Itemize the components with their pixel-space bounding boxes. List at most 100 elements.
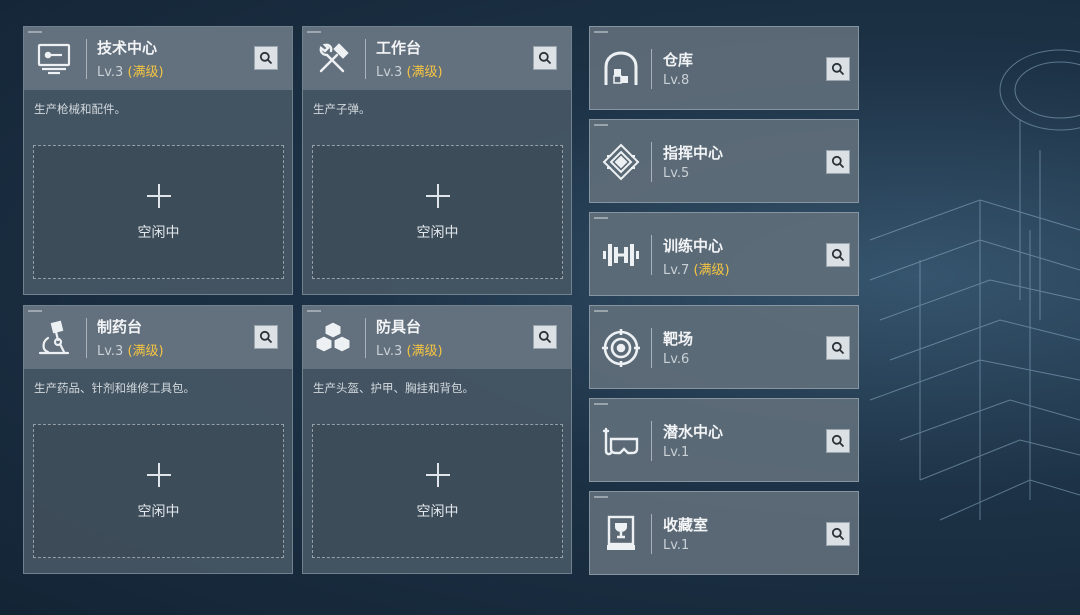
facility-card-shooting-range[interactable]: 靶场 Lv.6: [589, 305, 859, 389]
card-title: 工作台: [376, 39, 422, 57]
inspect-button[interactable]: [533, 325, 557, 349]
level-value: Lv.1: [663, 538, 690, 553]
header-separator: [651, 514, 652, 554]
tools-icon: [313, 39, 353, 79]
search-icon: [538, 51, 552, 65]
card-description: 生产子弹。: [313, 102, 371, 116]
level-value: Lv.7: [663, 263, 690, 278]
inspect-button[interactable]: [533, 46, 557, 70]
inspect-button[interactable]: [254, 46, 278, 70]
card-description: 生产药品、针剂和维修工具包。: [34, 381, 195, 395]
card-level: Lv.8: [663, 73, 689, 88]
card-description: 生产枪械和配件。: [34, 102, 126, 116]
level-value: Lv.1: [663, 445, 690, 460]
card-title: 靶场: [663, 330, 694, 348]
production-card-pharmacy[interactable]: 制药台 Lv.3 (满级) 生产药品、针剂和维修工具包。 空闲中: [23, 305, 293, 574]
production-card-tech-center[interactable]: 技术中心 Lv.3 (满级) 生产枪械和配件。 空闲中: [23, 26, 293, 295]
slot-status: 空闲中: [137, 504, 180, 520]
level-value: Lv.6: [663, 352, 690, 367]
card-title: 收藏室: [663, 516, 709, 534]
corner-mark: [307, 310, 321, 312]
max-level-tag: (满级): [127, 344, 164, 359]
corner-mark: [594, 31, 608, 33]
inspect-button[interactable]: [826, 336, 850, 360]
card-level: Lv.7 (满级): [663, 259, 730, 278]
slot-status: 空闲中: [416, 225, 459, 241]
inspect-button[interactable]: [826, 522, 850, 546]
inspect-button[interactable]: [826, 150, 850, 174]
inspect-button[interactable]: [826, 243, 850, 267]
microscope-icon: [34, 318, 74, 358]
corner-mark: [28, 310, 42, 312]
target-icon: [601, 328, 641, 368]
computer-icon: [34, 39, 74, 79]
corner-mark: [594, 310, 608, 312]
production-slot[interactable]: 空闲中: [33, 424, 284, 558]
search-icon: [831, 248, 845, 262]
max-level-tag: (满级): [693, 263, 730, 278]
search-icon: [259, 51, 273, 65]
card-level: Lv.5: [663, 166, 689, 181]
production-slot[interactable]: 空闲中: [33, 145, 284, 279]
corner-mark: [594, 124, 608, 126]
production-slot[interactable]: 空闲中: [312, 424, 563, 558]
card-header: 防具台 Lv.3 (满级): [303, 306, 571, 369]
search-icon: [831, 527, 845, 541]
card-level: Lv.3 (满级): [97, 340, 164, 359]
plus-icon: [146, 463, 171, 487]
header-separator: [651, 421, 652, 461]
inspect-button[interactable]: [254, 325, 278, 349]
inspect-button[interactable]: [826, 57, 850, 81]
inspect-button[interactable]: [826, 429, 850, 453]
level-value: Lv.5: [663, 166, 690, 181]
card-title: 训练中心: [663, 237, 724, 255]
facility-card-warehouse[interactable]: 仓库 Lv.8: [589, 26, 859, 110]
level-value: Lv.3: [97, 344, 124, 359]
blueprint-background: [869, 49, 1080, 521]
card-level: Lv.1: [663, 445, 689, 460]
level-value: Lv.3: [376, 65, 403, 80]
search-icon: [538, 330, 552, 344]
diving-mask-icon: [601, 421, 641, 461]
production-card-workbench[interactable]: 工作台 Lv.3 (满级) 生产子弹。 空闲中: [302, 26, 572, 295]
dumbbell-icon: [601, 235, 641, 275]
plus-icon: [425, 184, 450, 208]
trophy-case-icon: [601, 514, 641, 554]
production-card-armor-bench[interactable]: 防具台 Lv.3 (满级) 生产头盔、护甲、胸挂和背包。 空闲中: [302, 305, 572, 574]
card-title: 指挥中心: [663, 144, 724, 162]
header-separator: [651, 49, 652, 89]
plus-icon: [425, 463, 450, 487]
facility-card-command-center[interactable]: 指挥中心 Lv.5: [589, 119, 859, 203]
card-title: 仓库: [663, 51, 694, 69]
level-value: Lv.3: [97, 65, 124, 80]
card-level: Lv.1: [663, 538, 689, 553]
slot-status: 空闲中: [416, 504, 459, 520]
card-title: 技术中心: [97, 39, 158, 57]
warehouse-icon: [601, 49, 641, 89]
facility-card-training-center[interactable]: 训练中心 Lv.7 (满级): [589, 212, 859, 296]
header-separator: [651, 328, 652, 368]
search-icon: [259, 330, 273, 344]
armor-blocks-icon: [313, 318, 353, 358]
corner-mark: [594, 217, 608, 219]
card-level: Lv.3 (满级): [97, 61, 164, 80]
header-separator: [86, 318, 87, 358]
max-level-tag: (满级): [406, 65, 443, 80]
max-level-tag: (满级): [127, 65, 164, 80]
plus-icon: [146, 184, 171, 208]
card-title: 潜水中心: [663, 423, 724, 441]
header-separator: [365, 39, 366, 79]
facility-card-collection-room[interactable]: 收藏室 Lv.1: [589, 491, 859, 575]
production-slot[interactable]: 空闲中: [312, 145, 563, 279]
search-icon: [831, 155, 845, 169]
card-title: 制药台: [97, 318, 143, 336]
command-emblem-icon: [601, 142, 641, 182]
level-value: Lv.3: [376, 344, 403, 359]
search-icon: [831, 62, 845, 76]
corner-mark: [594, 496, 608, 498]
card-header: 工作台 Lv.3 (满级): [303, 27, 571, 90]
header-separator: [651, 142, 652, 182]
corner-mark: [307, 31, 321, 33]
card-level: Lv.3 (满级): [376, 61, 443, 80]
facility-card-diving-center[interactable]: 潜水中心 Lv.1: [589, 398, 859, 482]
